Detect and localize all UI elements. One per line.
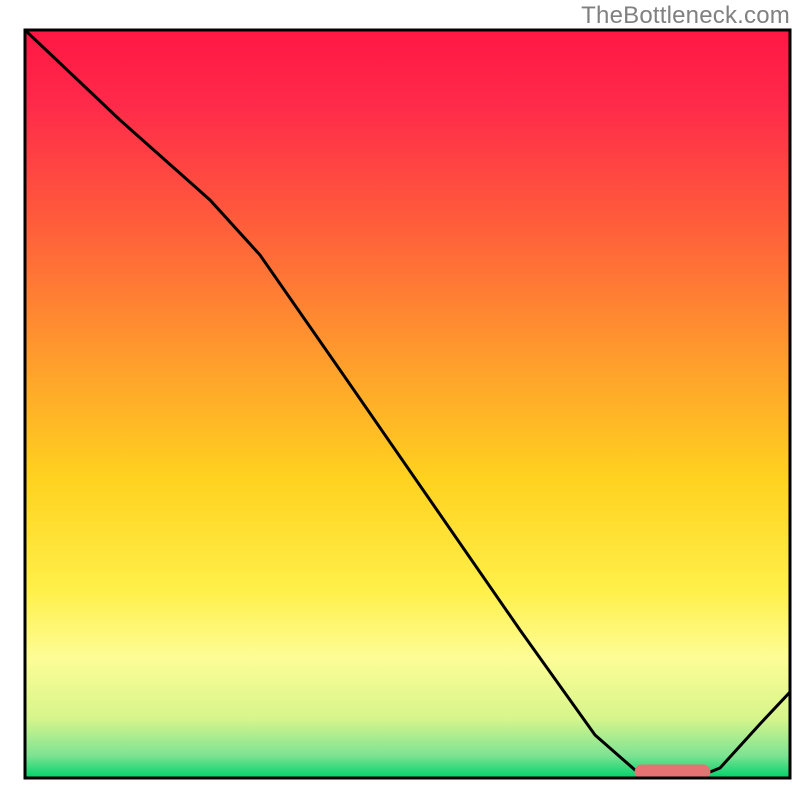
gradient-background [25, 30, 790, 778]
bottleneck-chart [0, 0, 800, 800]
